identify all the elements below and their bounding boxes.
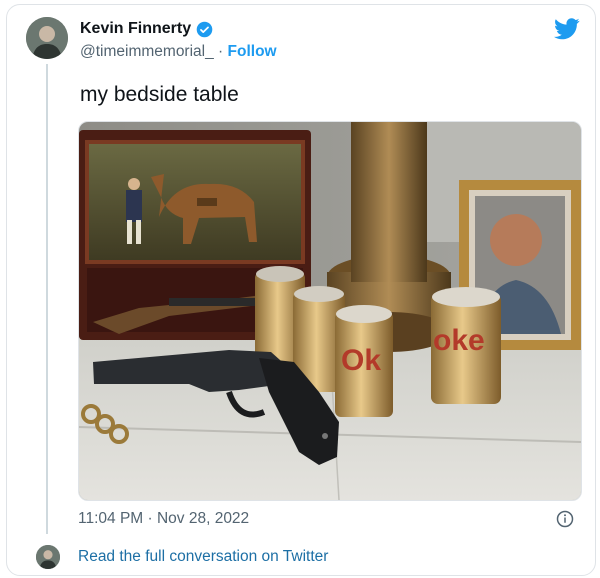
verified-badge-icon	[196, 21, 213, 37]
twitter-bird-icon[interactable]	[554, 18, 580, 40]
reply-avatar	[36, 545, 60, 569]
can-label-right: oke	[433, 324, 485, 357]
author-handle-row: @timeimmemorial_ · Follow	[80, 43, 277, 61]
tweet-photo[interactable]: Ok oke	[78, 121, 582, 501]
read-conversation-link[interactable]: Read the full conversation on Twitter	[78, 548, 328, 566]
separator: ·	[213, 43, 228, 60]
info-icon[interactable]	[556, 510, 574, 528]
author-name[interactable]: Kevin Finnerty	[80, 20, 191, 38]
author-avatar[interactable]	[26, 17, 68, 59]
tweet-timestamp[interactable]: 11:04 PM · Nov 28, 2022	[78, 510, 249, 528]
follow-button[interactable]: Follow	[228, 43, 277, 60]
can-label-left: Ok	[341, 344, 381, 377]
author-name-row: Kevin Finnerty	[80, 20, 213, 38]
author-handle[interactable]: @timeimmemorial_	[80, 43, 214, 60]
tweet-text: my bedside table	[80, 83, 239, 106]
thread-line	[46, 64, 48, 534]
